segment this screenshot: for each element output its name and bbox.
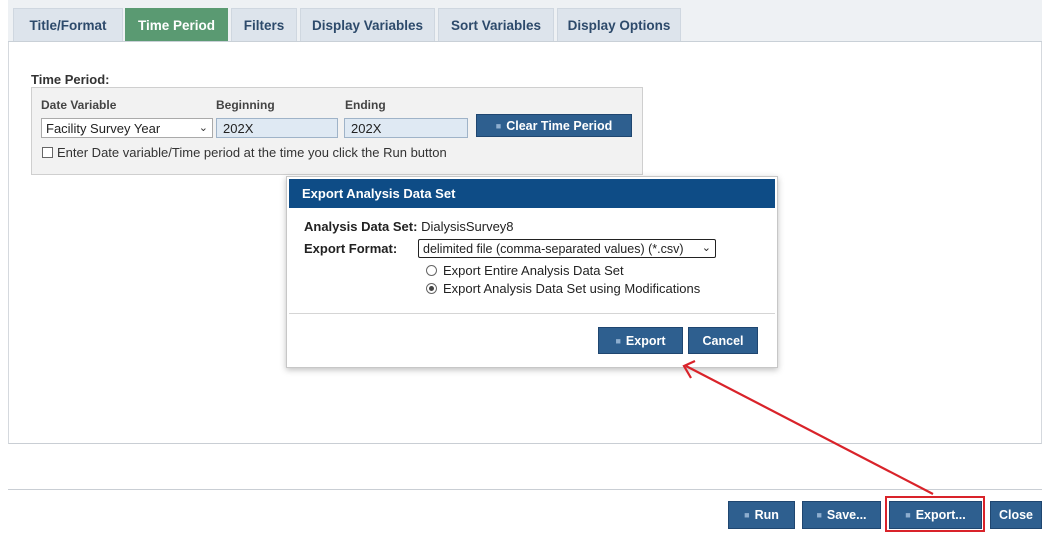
export-icon: ■: [615, 335, 621, 346]
run-time-checkbox[interactable]: [42, 147, 53, 158]
close-label: Close: [998, 508, 1034, 522]
tab-display-variables[interactable]: Display Variables: [300, 8, 435, 41]
tab-time-period[interactable]: Time Period: [125, 8, 228, 41]
dialog-cancel-label: Cancel: [702, 333, 744, 348]
bottom-separator: [8, 489, 1042, 490]
tab-sort-variables[interactable]: Sort Variables: [438, 8, 554, 41]
run-icon: ■: [744, 510, 750, 520]
close-button[interactable]: Close: [990, 501, 1042, 529]
run-label: Run: [754, 508, 779, 522]
radio-export-entire[interactable]: Export Entire Analysis Data Set: [426, 263, 624, 278]
export-format-value: delimited file (comma-separated values) …: [423, 241, 684, 256]
radio-modifications-label: Export Analysis Data Set using Modificat…: [443, 281, 701, 296]
save-icon: ■: [816, 510, 822, 520]
radio-entire-button[interactable]: [426, 265, 437, 276]
time-period-box: Date Variable Beginning Ending Facility …: [31, 87, 643, 175]
radio-export-modifications[interactable]: Export Analysis Data Set using Modificat…: [426, 281, 700, 296]
clear-time-period-button[interactable]: ■ Clear Time Period: [476, 114, 632, 137]
beginning-input[interactable]: 202X: [216, 118, 338, 138]
dialog-title: Export Analysis Data Set: [289, 179, 775, 208]
dataset-label: Analysis Data Set:: [304, 219, 418, 234]
clear-time-period-label: Clear Time Period: [506, 118, 613, 133]
save-label: Save...: [826, 508, 867, 522]
beginning-label: Beginning: [216, 98, 275, 112]
dialog-export-button[interactable]: ■ Export: [598, 327, 683, 354]
dialog-separator: [289, 313, 775, 314]
tab-filters[interactable]: Filters: [231, 8, 297, 41]
save-button[interactable]: ■ Save...: [802, 501, 881, 529]
chevron-down-icon: ⌄: [198, 122, 208, 134]
date-variable-select[interactable]: Facility Survey Year ⌄: [41, 118, 213, 138]
export-dialog: Export Analysis Data Set Analysis Data S…: [286, 176, 778, 368]
clear-icon: ■: [495, 120, 502, 131]
run-time-option[interactable]: Enter Date variable/Time period at the t…: [42, 145, 447, 160]
export-format-select[interactable]: delimited file (comma-separated values) …: [418, 239, 716, 258]
date-variable-label: Date Variable: [41, 98, 117, 112]
highlight-box: [885, 496, 985, 532]
tab-display-options[interactable]: Display Options: [557, 8, 681, 41]
tab-title-format[interactable]: Title/Format: [13, 8, 123, 41]
dataset-line: Analysis Data Set: DialysisSurvey8: [304, 219, 514, 234]
date-variable-value: Facility Survey Year: [46, 120, 161, 136]
run-button[interactable]: ■ Run: [728, 501, 795, 529]
radio-modifications-button[interactable]: [426, 283, 437, 294]
dataset-value: DialysisSurvey8: [421, 219, 514, 234]
ending-input[interactable]: 202X: [344, 118, 468, 138]
radio-entire-label: Export Entire Analysis Data Set: [443, 263, 624, 278]
chevron-down-icon: ⌄: [701, 242, 711, 254]
time-period-heading: Time Period:: [31, 72, 110, 87]
dialog-export-label: Export: [625, 333, 666, 348]
run-time-checkbox-label: Enter Date variable/Time period at the t…: [57, 145, 447, 160]
tab-bar: Title/Format Time Period Filters Display…: [8, 0, 1042, 42]
ending-label: Ending: [345, 98, 386, 112]
format-label: Export Format:: [304, 241, 398, 256]
dialog-cancel-button[interactable]: Cancel: [688, 327, 758, 354]
